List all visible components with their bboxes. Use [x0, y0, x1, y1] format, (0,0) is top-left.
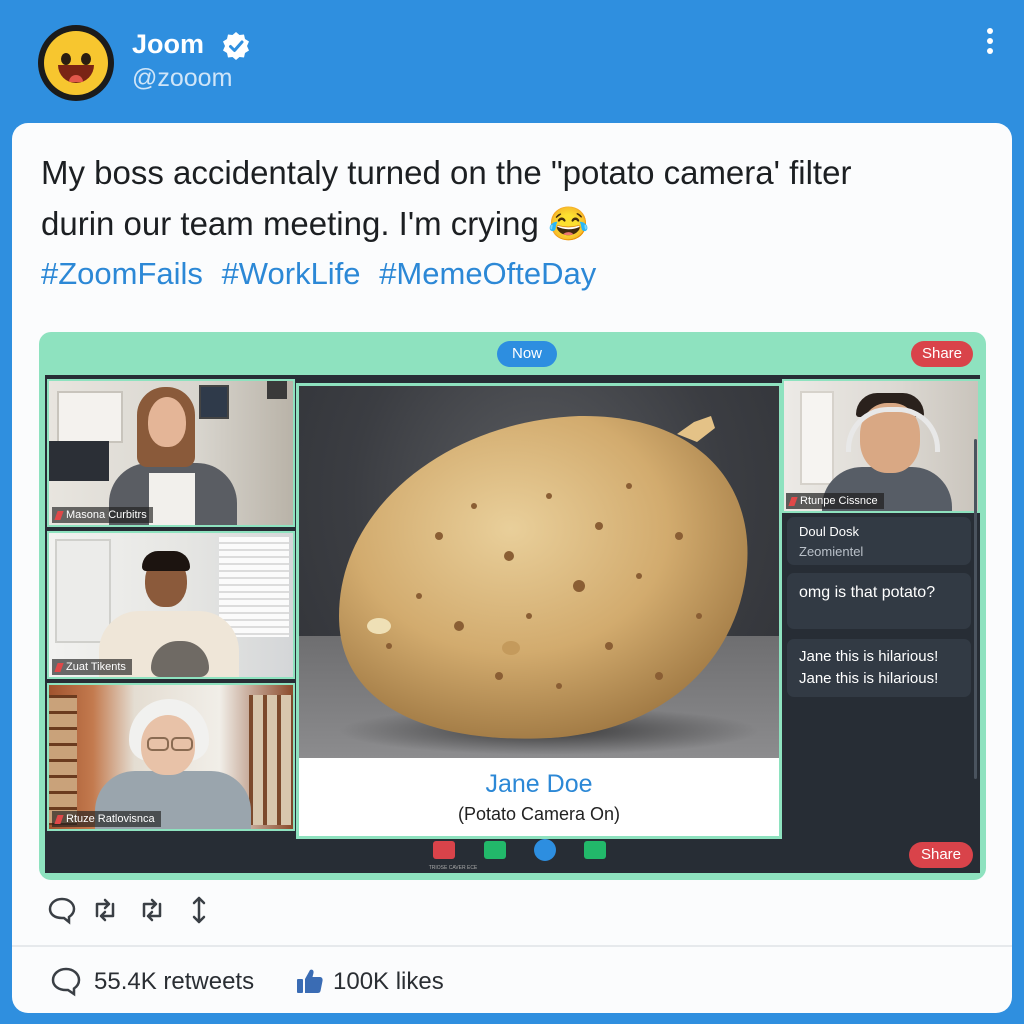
tweet-text-line-1: My boss accidentaly turned on the "potat…: [41, 154, 852, 191]
chat-header: Doul Dosk Zeomientel: [787, 517, 971, 565]
record-icon[interactable]: [534, 839, 556, 861]
author-handle[interactable]: @zooom: [132, 64, 232, 93]
hashtag-link[interactable]: #ZoomFails: [41, 256, 203, 291]
like-count[interactable]: 100K likes: [333, 968, 444, 996]
share-button-bottom[interactable]: Share: [909, 842, 973, 868]
now-badge[interactable]: Now: [497, 341, 557, 367]
chat-message: omg is that potato?: [787, 573, 971, 629]
participant-tile[interactable]: Rtuze Ratlovisnca: [47, 683, 295, 831]
thumbs-up-icon[interactable]: [294, 965, 326, 997]
participant-name: Masona Curbitrs: [52, 507, 153, 523]
divider: [12, 945, 1012, 947]
potato-image: [339, 415, 759, 755]
quote-retweet-icon[interactable]: [137, 895, 167, 925]
main-speaker-name: Jane Doe: [485, 770, 593, 798]
chat-scrollbar[interactable]: [974, 439, 977, 779]
retweet-count[interactable]: 55.4K retweets: [94, 968, 254, 996]
grinning-face-icon: [44, 31, 108, 95]
main-speaker-tile[interactable]: Jane Doe (Potato Camera On): [296, 383, 782, 839]
tweet-text-line-2: durin our team meeting. I'm crying 😂: [41, 205, 590, 242]
participant-tile[interactable]: Masona Curbitrs: [47, 379, 295, 527]
meeting-window: Now Share Masona Curbitrs Zuat Tikents R…: [39, 332, 986, 880]
reply-count-icon: [51, 967, 81, 997]
participant-name: Zuat Tikents: [52, 659, 132, 675]
toolbar-caption: TRIOSE CAVER ECE: [428, 865, 478, 871]
author-name[interactable]: Joom: [132, 29, 204, 60]
hashtags: #ZoomFails #WorkLife #MemeOfteDay: [41, 256, 606, 292]
main-speaker-label: Jane Doe (Potato Camera On): [299, 760, 779, 836]
tears-of-joy-emoji: 😂: [548, 205, 590, 242]
hashtag-link[interactable]: #WorkLife: [222, 256, 361, 291]
chat-message-text: Jane this is hilarious!: [799, 648, 939, 665]
chat-message-text: omg is that potato?: [799, 584, 936, 601]
verified-badge-icon: [223, 32, 249, 60]
participant-tile[interactable]: Zuat Tikents: [47, 531, 295, 679]
chat-message-text: Jane this is hilarious!: [799, 670, 939, 687]
chat-message: Jane this is hilarious! Jane this is hil…: [787, 639, 971, 697]
avatar[interactable]: [38, 25, 114, 101]
main-speaker-status: (Potato Camera On): [457, 804, 621, 824]
share-arrows-icon[interactable]: [184, 895, 214, 925]
participant-name: Rtunpe Cissnce: [786, 493, 884, 509]
chat-header-line: Zeomientel: [799, 544, 864, 559]
reaction-icon[interactable]: [484, 841, 506, 859]
meeting-stage: Masona Curbitrs Zuat Tikents Rtuze Ratlo…: [45, 375, 980, 873]
reply-icon[interactable]: [47, 895, 77, 925]
retweet-icon[interactable]: [90, 895, 120, 925]
video-icon[interactable]: [433, 841, 455, 859]
hashtag-link[interactable]: #MemeOfteDay: [379, 256, 596, 291]
more-options-icon[interactable]: [982, 28, 998, 56]
chat-header-line: Doul Dosk: [799, 524, 859, 539]
tweet-card: My boss accidentaly turned on the "potat…: [12, 123, 1012, 1013]
share-button-top[interactable]: Share: [911, 341, 973, 367]
participant-tile[interactable]: Rtunpe Cissnce: [782, 379, 980, 513]
apps-icon[interactable]: [584, 841, 606, 859]
participant-name: Rtuze Ratlovisnca: [52, 811, 161, 827]
